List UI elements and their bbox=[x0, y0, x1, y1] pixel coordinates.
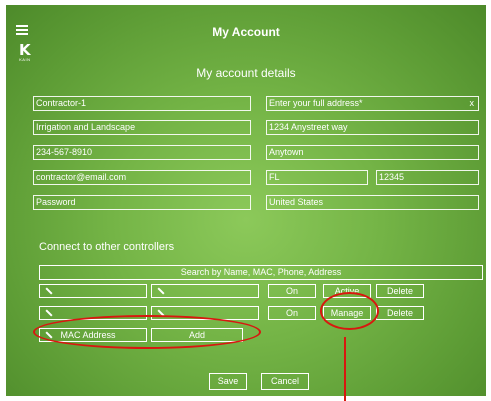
phone-field[interactable]: 234-567-8910 bbox=[33, 145, 251, 160]
password-field[interactable]: Password bbox=[33, 195, 251, 210]
save-button[interactable]: Save bbox=[209, 373, 247, 390]
controller-mac-input[interactable] bbox=[151, 284, 259, 298]
logo-letter: K bbox=[19, 41, 31, 59]
page-title: My Account bbox=[212, 25, 280, 39]
controller-name-input[interactable] bbox=[39, 306, 147, 320]
controller-mac-input[interactable] bbox=[151, 306, 259, 320]
pencil-icon bbox=[157, 287, 165, 295]
state-field[interactable]: FL bbox=[266, 170, 368, 185]
delete-button[interactable]: Delete bbox=[376, 306, 424, 320]
mac-address-placeholder: MAC Address bbox=[60, 330, 116, 340]
on-button[interactable]: On bbox=[268, 284, 316, 298]
pencil-icon bbox=[157, 309, 165, 317]
pencil-icon bbox=[45, 287, 53, 295]
business-type-field[interactable]: Irrigation and Landscape bbox=[33, 120, 251, 135]
zip-field[interactable]: 12345 bbox=[376, 170, 479, 185]
active-button[interactable]: Active bbox=[323, 284, 371, 298]
street-field[interactable]: 1234 Anystreet way bbox=[266, 120, 479, 135]
clear-icon[interactable]: x bbox=[470, 97, 475, 110]
annotation-pointer-line bbox=[344, 337, 346, 401]
manage-button[interactable]: Manage bbox=[323, 306, 371, 320]
email-field[interactable]: contractor@email.com bbox=[33, 170, 251, 185]
details-heading: My account details bbox=[196, 66, 296, 80]
address-placeholder: Enter your full address* bbox=[269, 98, 363, 108]
country-field[interactable]: United States bbox=[266, 195, 479, 210]
account-screen: K KAIN My Account My account details Con… bbox=[6, 5, 486, 396]
address-search-field[interactable]: Enter your full address* x bbox=[266, 96, 479, 111]
add-controller-button[interactable]: Add bbox=[151, 328, 243, 342]
mac-address-input[interactable]: MAC Address bbox=[39, 328, 147, 342]
logo: K KAIN bbox=[19, 41, 31, 63]
city-field[interactable]: Anytown bbox=[266, 145, 479, 160]
company-name-field[interactable]: Contractor-1 bbox=[33, 96, 251, 111]
on-button[interactable]: On bbox=[268, 306, 316, 320]
controller-search-input[interactable]: Search by Name, MAC, Phone, Address bbox=[39, 265, 483, 280]
cancel-button[interactable]: Cancel bbox=[261, 373, 309, 390]
delete-button[interactable]: Delete bbox=[376, 284, 424, 298]
pencil-icon bbox=[45, 309, 53, 317]
controller-name-input[interactable] bbox=[39, 284, 147, 298]
pencil-icon bbox=[45, 331, 53, 339]
controllers-heading: Connect to other controllers bbox=[39, 241, 175, 253]
logo-subtext: KAIN bbox=[19, 57, 31, 62]
